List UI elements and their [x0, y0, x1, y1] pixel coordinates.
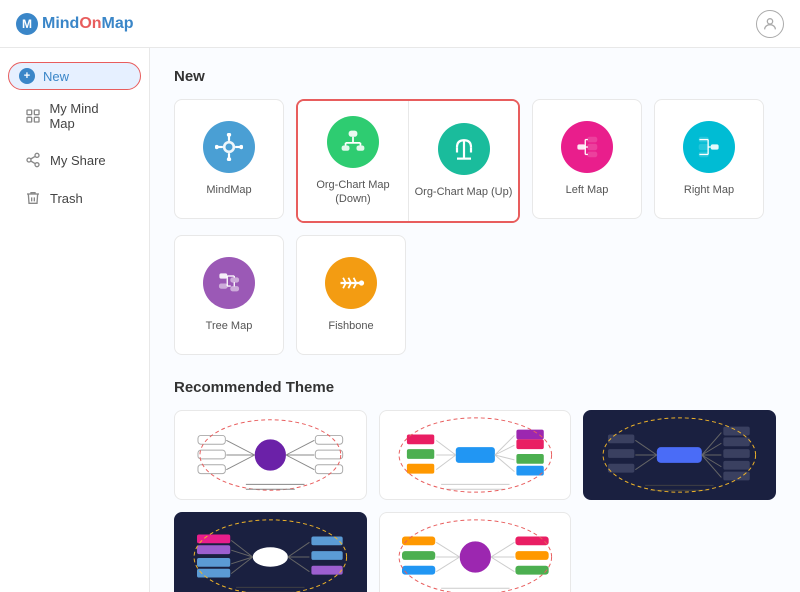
sidebar-item-my-mind-map[interactable]: My Mind Map — [8, 92, 141, 140]
sidebar-item-my-share[interactable]: My Share — [8, 142, 141, 178]
theme-card-1[interactable] — [174, 410, 367, 500]
fishbone-label: Fishbone — [328, 319, 373, 333]
logo-icon: M — [16, 13, 38, 35]
user-avatar-icon[interactable] — [756, 10, 784, 38]
fishbone-icon — [325, 257, 377, 309]
map-card-org-chart-down[interactable]: Org-Chart Map (Down) — [298, 101, 408, 221]
right-map-icon — [683, 121, 735, 173]
sidebar: + New My Mind Map — [0, 48, 150, 592]
theme-grid — [174, 410, 776, 592]
tree-map-label: Tree Map — [206, 319, 253, 333]
trash-icon — [24, 189, 42, 207]
app-layout: + New My Mind Map — [0, 48, 800, 592]
sidebar-item-trash-label: Trash — [50, 191, 83, 206]
org-chart-down-icon — [327, 116, 379, 168]
theme-card-2[interactable] — [379, 410, 572, 500]
sidebar-item-my-share-label: My Share — [50, 153, 106, 168]
map-card-tree-map[interactable]: Tree Map — [174, 235, 284, 355]
theme-card-5[interactable] — [379, 512, 572, 592]
new-section-title: New — [174, 68, 776, 85]
map-card-right-map[interactable]: Right Map — [654, 99, 764, 219]
right-map-label: Right Map — [684, 183, 734, 197]
org-chart-up-label: Org-Chart Map (Up) — [415, 185, 513, 199]
my-mind-map-icon — [24, 107, 41, 125]
left-map-icon — [561, 121, 613, 173]
org-chart-up-icon — [438, 123, 490, 175]
org-chart-down-label: Org-Chart Map (Down) — [298, 178, 408, 207]
new-plus-icon: + — [19, 68, 35, 84]
map-card-mindmap[interactable]: MindMap — [174, 99, 284, 219]
map-type-grid-row2: Tree Map Fishbone — [174, 235, 776, 355]
left-map-label: Left Map — [566, 183, 609, 197]
mindmap-label: MindMap — [206, 183, 251, 197]
sidebar-item-trash[interactable]: Trash — [8, 180, 141, 216]
selected-pair-group: Org-Chart Map (Down) Org- — [296, 99, 520, 223]
main-content: New — [150, 48, 800, 592]
app-logo: M MindOnMap — [16, 13, 134, 35]
sidebar-item-new[interactable]: + New — [8, 62, 141, 90]
map-card-left-map[interactable]: Left Map — [532, 99, 642, 219]
logo-text: MindOnMap — [42, 15, 134, 33]
theme-card-4[interactable] — [174, 512, 367, 592]
map-type-grid: MindMap — [174, 99, 776, 223]
sidebar-item-new-label: New — [43, 69, 69, 84]
tree-map-icon — [203, 257, 255, 309]
map-card-fishbone[interactable]: Fishbone — [296, 235, 406, 355]
app-header: M MindOnMap — [0, 0, 800, 48]
recommended-theme-title: Recommended Theme — [174, 379, 776, 396]
mindmap-icon — [203, 121, 255, 173]
map-card-org-chart-up[interactable]: Org-Chart Map (Up) — [408, 101, 518, 221]
my-share-icon — [24, 151, 42, 169]
sidebar-item-my-mind-map-label: My Mind Map — [49, 101, 125, 131]
theme-card-3[interactable] — [583, 410, 776, 500]
